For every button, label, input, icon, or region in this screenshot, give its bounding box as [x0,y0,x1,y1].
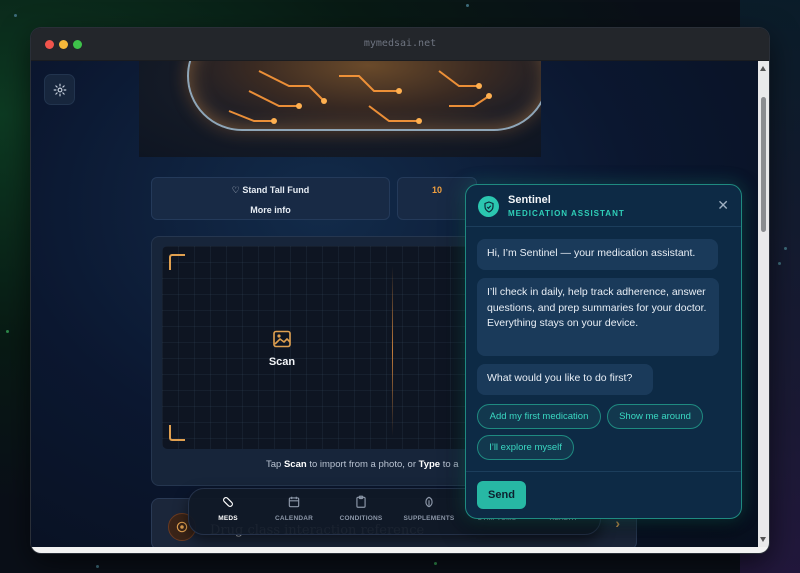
pill-icon [193,495,263,511]
assistant-message: Hi, I’m Sentinel — your medication assis… [477,239,718,270]
nav-supplements[interactable]: SUPPLEMENTS [394,495,464,522]
assistant-footer: Send [466,471,741,518]
window-bottom-edge [31,547,769,553]
assistant-message: I’ll check in daily, help track adherenc… [477,278,719,356]
gear-icon [53,83,66,96]
scroll-up-icon[interactable] [760,66,766,71]
image-icon [273,330,291,348]
scrollbar[interactable] [758,61,769,547]
heart-icon: ♡ [231,185,240,195]
frame-corner-top-left [169,254,185,270]
scroll-down-icon[interactable] [760,537,766,542]
assistant-subtitle: MEDICATION ASSISTANT [508,209,625,218]
scan-panel: Scan Tap Scan to import from a photo, or… [151,236,481,486]
frame-corner-bottom-left [169,425,185,441]
nav-calendar[interactable]: CALENDAR [259,495,329,522]
scan-line [392,266,393,436]
explore-myself-button[interactable]: I’ll explore myself [477,435,574,460]
nav-meds[interactable]: MEDS [193,495,263,522]
fund-title: Stand Tall Fund [242,185,310,195]
close-icon[interactable]: ✕ [717,197,729,214]
scrollbar-thumb[interactable] [761,97,766,232]
scan-button[interactable]: Scan [260,356,304,368]
assistant-message: What would you like to do first? [477,364,653,395]
shield-icon [478,196,499,217]
more-info-link[interactable]: More info [152,205,389,215]
hero-image [139,61,541,157]
page-content: ♡ Stand Tall Fund More info 10 Scan Tap … [31,61,758,547]
calendar-icon [259,495,329,511]
assistant-name: Sentinel [508,194,551,206]
scan-hint: Tap Scan to import from a photo, or Type… [266,459,459,470]
browser-window: mymedsai.net ♡ Stand Tall Fund More info… [31,28,769,553]
nav-conditions[interactable]: CONDITIONS [326,495,396,522]
leaf-icon [394,495,464,511]
clipboard-icon [326,495,396,511]
stand-tall-fund-card[interactable]: ♡ Stand Tall Fund More info [151,177,390,220]
title-bar: mymedsai.net [31,28,769,61]
add-first-medication-button[interactable]: Add my first medication [477,404,601,429]
circuit-graphic [228,70,492,124]
send-button[interactable]: Send [477,481,526,509]
assistant-header: Sentinel MEDICATION ASSISTANT ✕ [466,185,741,227]
scan-frame[interactable]: Scan [162,246,472,449]
assistant-panel: Sentinel MEDICATION ASSISTANT ✕ Hi, I’m … [465,184,742,519]
url-label: mymedsai.net [363,38,437,49]
show-me-around-button[interactable]: Show me around [607,404,703,429]
settings-button[interactable] [44,74,75,105]
